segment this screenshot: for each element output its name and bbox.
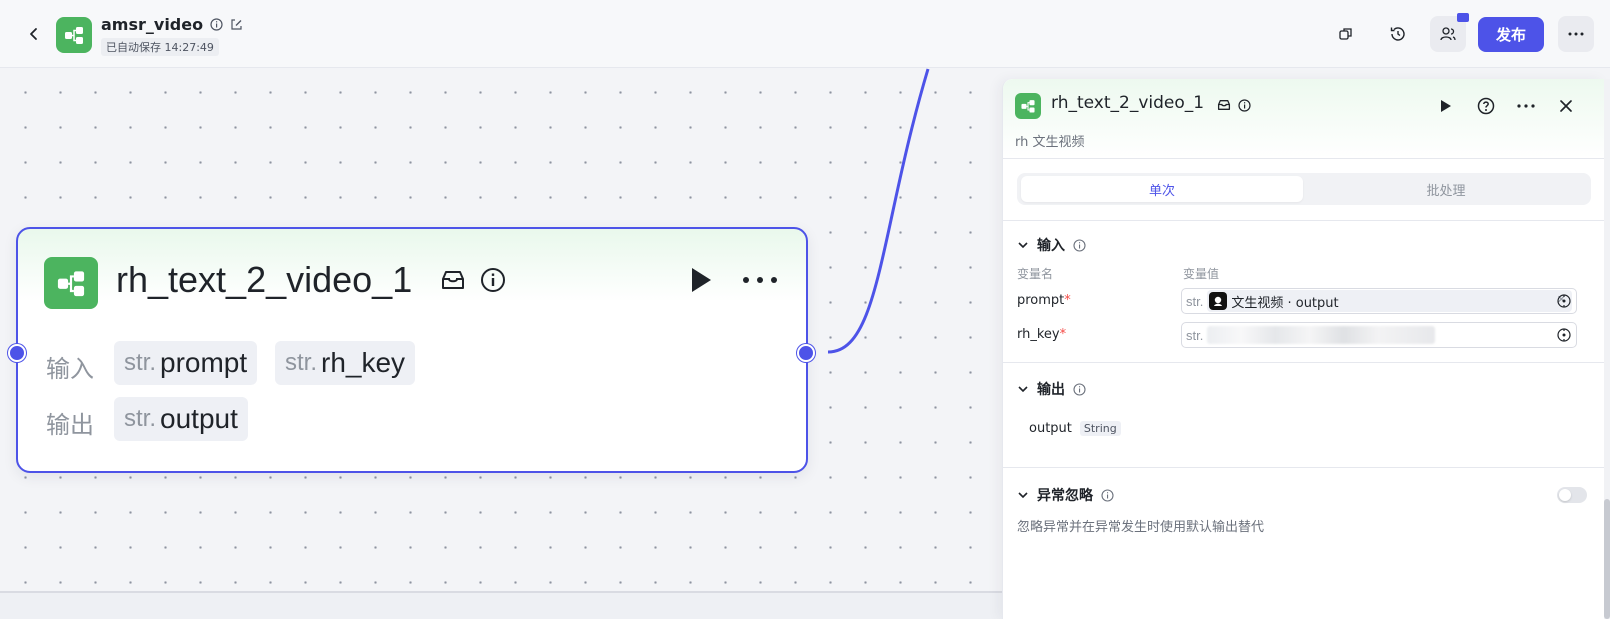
chevron-down-icon[interactable] xyxy=(1017,241,1029,249)
reference-text: 文生视频 · output xyxy=(1231,295,1339,311)
panel-header: rh_text_2_video_1 rh 文生视频 xyxy=(1003,79,1604,159)
app-title-row: amsr_video xyxy=(101,15,243,34)
publish-button[interactable]: 发布 xyxy=(1478,17,1544,52)
divider xyxy=(1003,467,1604,468)
error-ignore-title: 异常忽略 xyxy=(1037,488,1093,504)
workflow-icon xyxy=(57,271,85,297)
node-more-icon[interactable] xyxy=(740,265,780,295)
history-button[interactable] xyxy=(1380,16,1416,52)
info-icon[interactable] xyxy=(1073,382,1086,396)
more-button[interactable] xyxy=(1558,16,1594,52)
more-icon xyxy=(1517,104,1535,108)
tab-single-run[interactable]: 单次 xyxy=(1021,176,1303,202)
info-icon[interactable] xyxy=(1101,488,1114,502)
tab-batch[interactable]: 批处理 xyxy=(1305,176,1587,202)
node-info-icon[interactable] xyxy=(478,265,508,295)
node-avatar-icon xyxy=(1209,292,1228,310)
duplicate-icon xyxy=(1339,28,1352,40)
edit-icon[interactable] xyxy=(229,18,243,32)
canvas-bottom-strip xyxy=(0,591,1002,619)
panel-description: rh 文生视频 xyxy=(1015,135,1085,150)
input-section-title: 输入 xyxy=(1037,238,1065,254)
store-icon[interactable] xyxy=(1215,96,1233,114)
node-output-port[interactable] xyxy=(797,344,815,362)
info-icon[interactable] xyxy=(1235,96,1253,114)
masked-secret-value xyxy=(1207,326,1436,344)
panel-more-button[interactable] xyxy=(1513,93,1539,119)
prompt-value-field[interactable]: str. 文生视频 · output ✕ xyxy=(1181,288,1577,314)
autosave-status: 已自动保存 14:27:49 xyxy=(101,38,219,56)
workflow-icon xyxy=(1021,100,1035,113)
run-node-button[interactable] xyxy=(1433,93,1459,119)
close-icon xyxy=(1560,100,1572,112)
output-section-title: 输出 xyxy=(1037,382,1065,398)
variable-picker-icon[interactable] xyxy=(1556,327,1572,343)
input-section-header: 输入 xyxy=(1017,235,1086,255)
variable-name-prompt: prompt* xyxy=(1017,293,1071,308)
variable-name-rh-key: rh_key* xyxy=(1017,327,1067,342)
divider xyxy=(1003,220,1604,221)
divider xyxy=(1003,362,1604,363)
node-settings-panel: rh_text_2_video_1 rh 文生视频 单次 批处理 输入 变量名 … xyxy=(1002,79,1604,619)
chevron-left-icon xyxy=(30,28,37,40)
info-icon[interactable] xyxy=(1073,238,1086,252)
toggle-knob xyxy=(1559,489,1571,501)
output-variable-row: output String xyxy=(1029,421,1121,436)
node-output-tag: str. output xyxy=(114,397,248,441)
workflow-logo xyxy=(56,17,92,53)
play-icon xyxy=(1441,100,1451,112)
back-button[interactable] xyxy=(22,22,46,46)
output-type-tag: String xyxy=(1079,421,1121,436)
close-panel-button[interactable] xyxy=(1553,93,1579,119)
node-store-icon[interactable] xyxy=(438,265,468,295)
node-run-icon[interactable] xyxy=(686,265,716,295)
help-icon xyxy=(1477,97,1495,115)
node-input-tag: str. rh_key xyxy=(275,341,416,385)
chevron-down-icon[interactable] xyxy=(1017,385,1029,393)
error-ignore-description: 忽略异常并在异常发生时使用默认输出替代 xyxy=(1017,520,1265,535)
column-header-value: 变量值 xyxy=(1183,267,1220,281)
column-header-name: 变量名 xyxy=(1017,267,1054,281)
collaborators-button[interactable] xyxy=(1430,13,1469,52)
run-mode-tabs: 单次 批处理 xyxy=(1017,173,1591,205)
help-button[interactable] xyxy=(1473,93,1499,119)
error-ignore-toggle[interactable] xyxy=(1557,487,1587,503)
premium-badge-icon xyxy=(1457,13,1469,22)
rh-key-value-field[interactable]: str. xyxy=(1181,322,1577,348)
node-input-label: 输入 xyxy=(46,355,94,383)
duplicate-button[interactable] xyxy=(1328,16,1364,52)
variable-reference-chip[interactable]: 文生视频 · output ✕ xyxy=(1207,290,1572,312)
top-bar: amsr_video 已自动保存 14:27:49 发布 xyxy=(0,0,1610,68)
panel-scrollbar[interactable] xyxy=(1604,79,1610,619)
workflow-node[interactable]: rh_text_2_video_1 输入 str. prompt str. rh… xyxy=(16,227,808,473)
workflow-icon xyxy=(65,27,83,44)
scrollbar-thumb[interactable] xyxy=(1604,499,1610,619)
app-title: amsr_video xyxy=(101,15,204,34)
collaborators-icon xyxy=(1440,27,1456,41)
output-variable-name: output xyxy=(1029,421,1072,436)
panel-node-logo xyxy=(1015,93,1041,119)
output-section-header: 输出 xyxy=(1017,379,1086,399)
node-title: rh_text_2_video_1 xyxy=(116,259,413,300)
node-logo xyxy=(44,257,98,309)
node-input-port[interactable] xyxy=(8,344,26,362)
node-output-label: 输出 xyxy=(46,411,94,439)
variable-picker-icon[interactable] xyxy=(1556,293,1572,309)
more-icon xyxy=(1568,32,1584,36)
error-ignore-section-header: 异常忽略 xyxy=(1017,485,1114,505)
chevron-down-icon[interactable] xyxy=(1017,491,1029,499)
history-icon xyxy=(1390,27,1405,41)
panel-title: rh_text_2_video_1 xyxy=(1051,93,1205,113)
info-icon[interactable] xyxy=(209,18,223,32)
node-input-tag: str. prompt xyxy=(114,341,258,385)
